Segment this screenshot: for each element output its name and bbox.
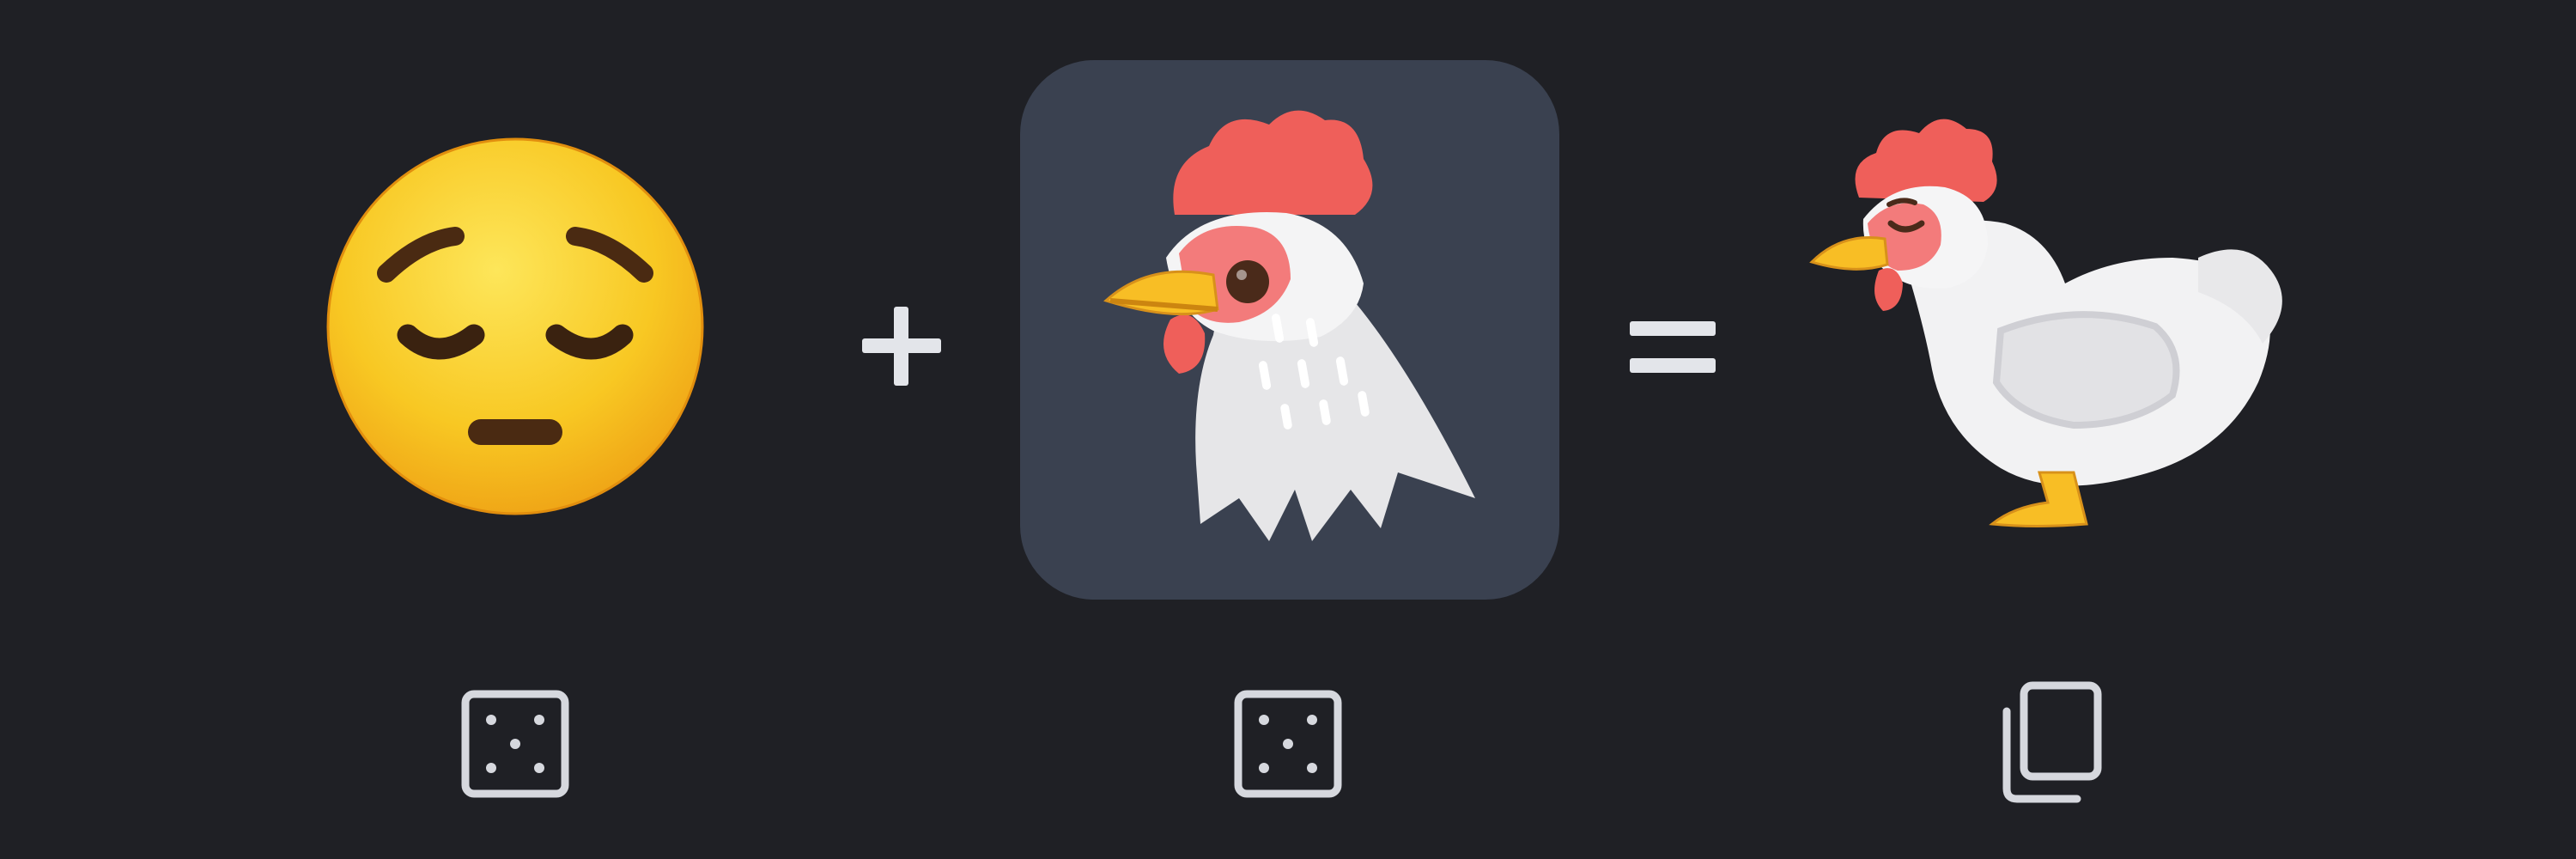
- emoji-kitchen-stage: pensive face +: [0, 0, 2576, 859]
- pensive-face-icon: [326, 137, 704, 515]
- result-emoji-slot[interactable]: pensive chicken: [1795, 94, 2310, 576]
- dice-icon: [461, 690, 569, 798]
- left-emoji-name: pensive face: [781, 60, 782, 61]
- chicken-icon: [1809, 119, 2282, 527]
- right-dice-button[interactable]: Randomize right emoji: [1228, 679, 1348, 807]
- dice-icon: [1234, 690, 1342, 798]
- result-emoji-name: pensive chicken: [2310, 94, 2311, 95]
- left-emoji-slot[interactable]: pensive face: [249, 60, 781, 593]
- right-emoji-name: rooster: [1559, 60, 1560, 61]
- rooster-icon: [1103, 110, 1475, 541]
- equals-bottom-bar: [1630, 358, 1716, 373]
- plus-vertical-bar: [894, 307, 908, 386]
- copy-icon: [2002, 681, 2102, 803]
- copy-button[interactable]: Copy result: [1988, 679, 2108, 807]
- plus-operator-text: +: [0, 0, 1, 1]
- left-dice-button[interactable]: Randomize left emoji: [455, 679, 575, 807]
- equals-operator-text: =: [0, 0, 1, 1]
- equals-top-bar: [1630, 321, 1716, 336]
- right-emoji-selected-tile[interactable]: rooster: [1020, 60, 1559, 600]
